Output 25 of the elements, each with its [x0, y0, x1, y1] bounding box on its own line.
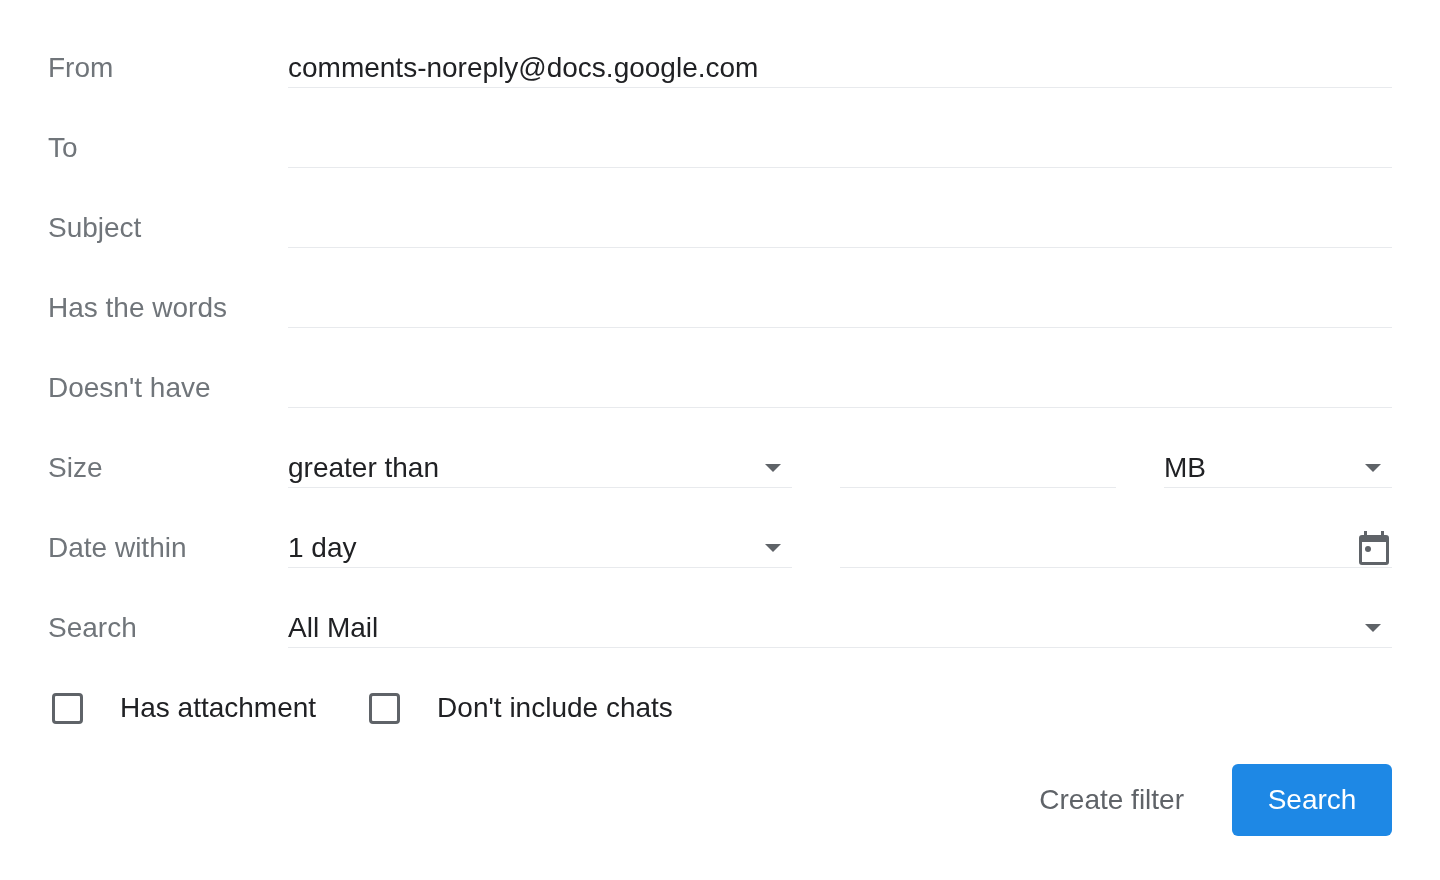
date-field[interactable] [840, 528, 1392, 568]
field-label: Date within [48, 532, 188, 564]
field-label: Doesn't have [48, 372, 212, 404]
date-range-dropdown[interactable]: 1 day [288, 528, 792, 568]
checkbox-label[interactable]: Has attachment [120, 692, 317, 724]
dropdown-caret-icon [765, 463, 781, 472]
dropdown-caret-icon [1365, 463, 1381, 472]
comparison-dropdown[interactable]: greater than [288, 448, 792, 488]
field-label: To [48, 132, 79, 164]
dropdown-caret-icon [1365, 623, 1381, 632]
create-filter-button[interactable]: Create filter [1015, 764, 1208, 836]
calendar-icon[interactable] [1359, 530, 1389, 565]
field-label: From [48, 52, 115, 84]
dropdown-caret-icon [765, 543, 781, 552]
field-label: Subject [48, 212, 143, 244]
checkbox-label[interactable]: Don't include chats [437, 692, 673, 724]
checkbox[interactable] [52, 692, 83, 724]
checkbox[interactable] [369, 692, 401, 724]
field-label: Size [48, 452, 104, 484]
field-label: Has the words [48, 292, 228, 324]
mailbox-dropdown[interactable]: All Mail [288, 608, 1392, 648]
search-button[interactable]: Search [1232, 764, 1392, 836]
field-label: Search [48, 612, 138, 644]
unit-dropdown[interactable]: MB [1164, 448, 1392, 488]
text-field[interactable]: comments-noreply@docs.google.com [288, 48, 1392, 88]
